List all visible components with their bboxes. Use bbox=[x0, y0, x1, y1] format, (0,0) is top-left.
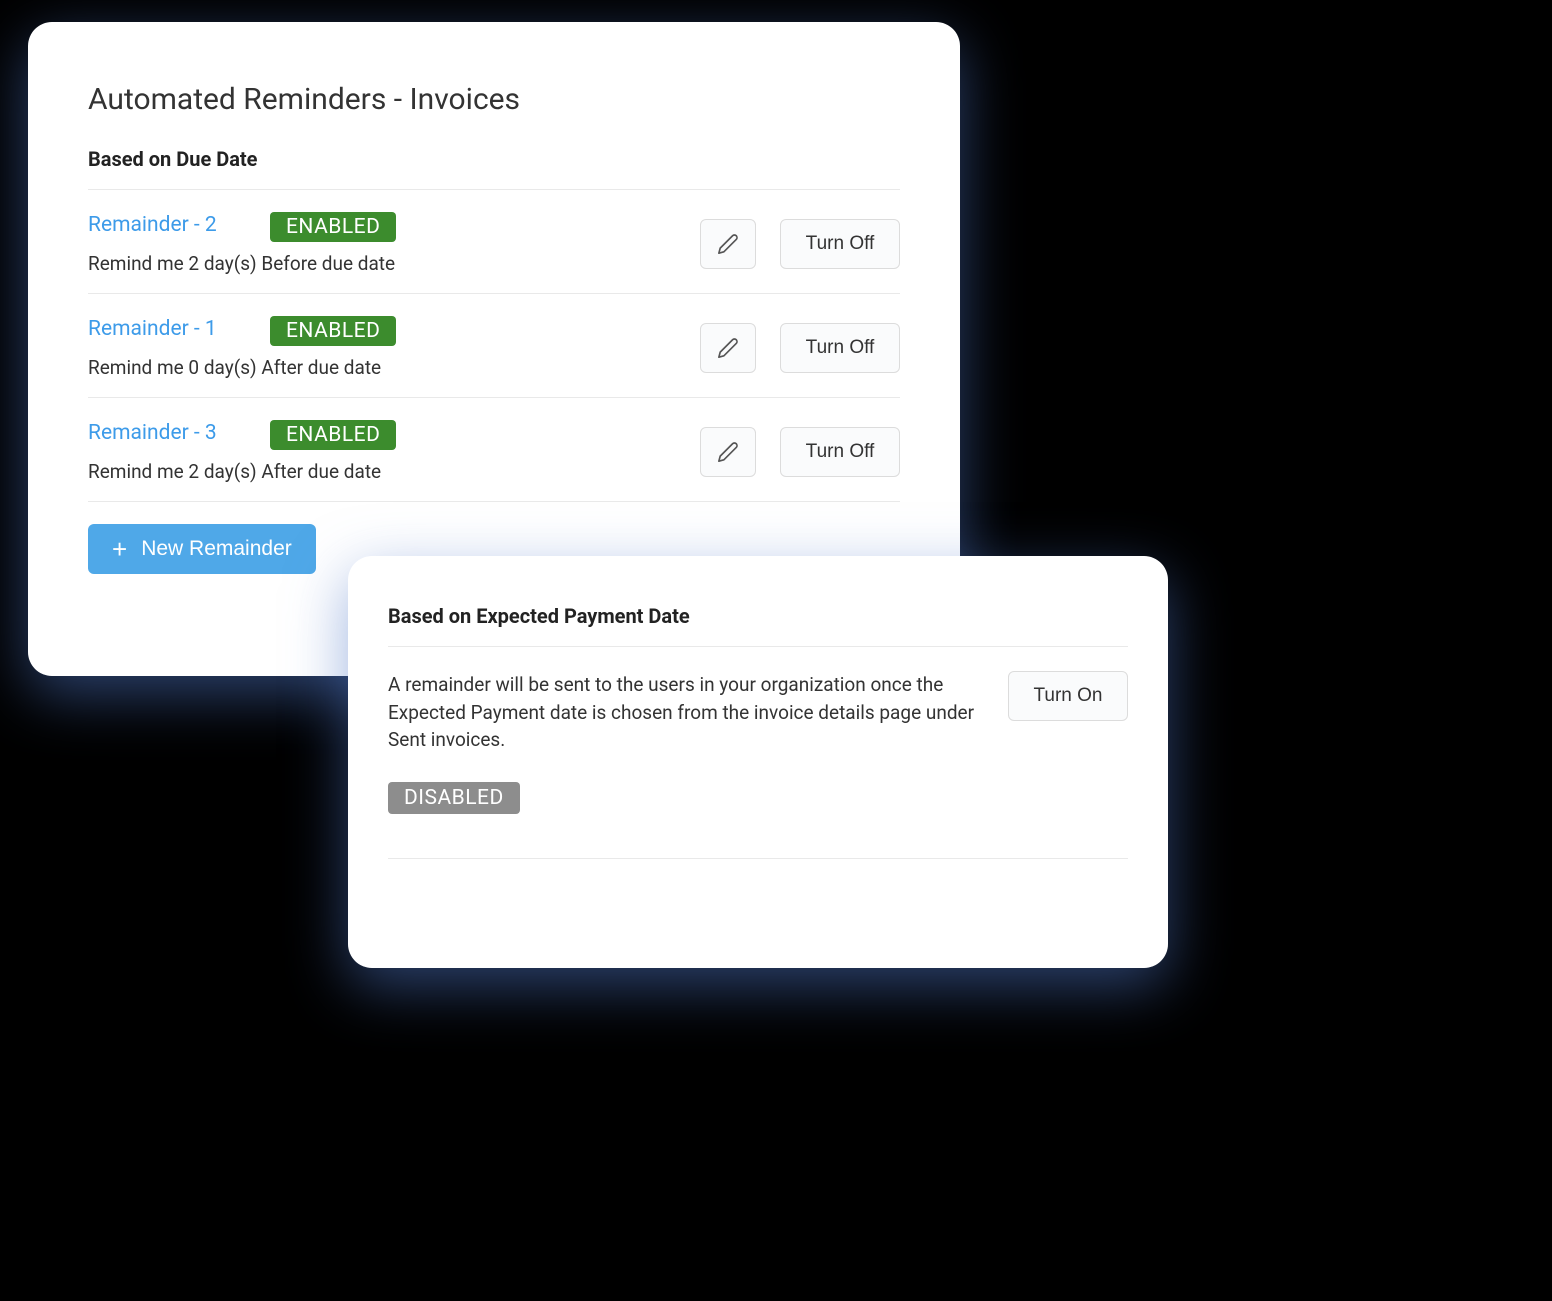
status-badge: ENABLED bbox=[270, 316, 396, 346]
reminder-info: Remainder - 1 ENABLED Remind me 0 day(s)… bbox=[88, 316, 700, 379]
turn-off-button[interactable]: Turn Off bbox=[780, 219, 900, 269]
pencil-icon bbox=[717, 441, 739, 463]
edit-button[interactable] bbox=[700, 323, 756, 373]
reminder-name-link[interactable]: Remainder - 2 bbox=[88, 213, 228, 237]
reminder-description: Remind me 2 day(s) After due date bbox=[88, 460, 700, 483]
edit-button[interactable] bbox=[700, 219, 756, 269]
page-title: Automated Reminders - Invoices bbox=[88, 82, 900, 117]
turn-on-button[interactable]: Turn On bbox=[1008, 671, 1128, 721]
reminder-description: Remind me 2 day(s) Before due date bbox=[88, 252, 700, 275]
turn-off-button[interactable]: Turn Off bbox=[780, 323, 900, 373]
turn-off-button[interactable]: Turn Off bbox=[780, 427, 900, 477]
section-heading-expected-payment: Based on Expected Payment Date bbox=[388, 604, 1128, 628]
reminder-actions: Turn Off bbox=[700, 427, 900, 477]
status-badge: DISABLED bbox=[388, 782, 520, 814]
divider bbox=[88, 501, 900, 502]
reminder-name-link[interactable]: Remainder - 3 bbox=[88, 421, 228, 445]
reminder-row: Remainder - 1 ENABLED Remind me 0 day(s)… bbox=[88, 293, 900, 397]
reminder-actions: Turn Off bbox=[700, 219, 900, 269]
pencil-icon bbox=[717, 233, 739, 255]
new-remainder-label: New Remainder bbox=[141, 537, 292, 561]
reminder-info: Remainder - 2 ENABLED Remind me 2 day(s)… bbox=[88, 212, 700, 275]
reminder-row: Remainder - 3 ENABLED Remind me 2 day(s)… bbox=[88, 397, 900, 501]
expected-payment-card: Based on Expected Payment Date A remaind… bbox=[348, 556, 1168, 968]
edit-button[interactable] bbox=[700, 427, 756, 477]
reminder-description: Remind me 0 day(s) After due date bbox=[88, 356, 700, 379]
expected-payment-row: A remainder will be sent to the users in… bbox=[388, 646, 1128, 838]
reminder-info: Remainder - 3 ENABLED Remind me 2 day(s)… bbox=[88, 420, 700, 483]
expected-payment-text: A remainder will be sent to the users in… bbox=[388, 671, 984, 814]
section-heading-due-date: Based on Due Date bbox=[88, 147, 900, 171]
expected-payment-description: A remainder will be sent to the users in… bbox=[388, 671, 984, 754]
new-remainder-button[interactable]: + New Remainder bbox=[88, 524, 316, 574]
reminder-actions: Turn Off bbox=[700, 323, 900, 373]
plus-icon: + bbox=[112, 536, 127, 562]
status-badge: ENABLED bbox=[270, 212, 396, 242]
pencil-icon bbox=[717, 337, 739, 359]
reminder-name-link[interactable]: Remainder - 1 bbox=[88, 317, 228, 341]
reminder-row: Remainder - 2 ENABLED Remind me 2 day(s)… bbox=[88, 189, 900, 293]
divider bbox=[388, 858, 1128, 859]
status-badge: ENABLED bbox=[270, 420, 396, 450]
